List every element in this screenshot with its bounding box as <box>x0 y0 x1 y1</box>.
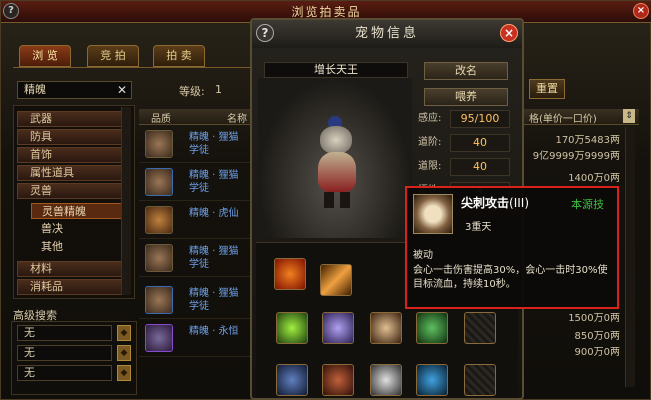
level-input[interactable]: 1 <box>215 83 245 96</box>
empty-skill-slot[interactable] <box>464 364 496 396</box>
skill-description: 会心一击伤害提高30%，会心一击时30%使目标流血，持续10秒。 <box>413 265 608 290</box>
list-scrollbar[interactable] <box>625 127 635 387</box>
list-item[interactable]: 精魄 · 狸猫 学徒 <box>139 283 257 319</box>
skull-icon <box>413 194 453 234</box>
subcategory-beast-skill[interactable]: 兽决 <box>31 221 127 237</box>
category-armor[interactable]: 防具 <box>17 129 129 145</box>
item-name: 精魄 · 狸猫 学徒 <box>189 170 239 194</box>
column-name[interactable]: 名称 <box>227 110 247 125</box>
claw-skill-icon[interactable] <box>322 364 354 396</box>
wolf-icon <box>145 324 173 352</box>
eye-skill-icon[interactable] <box>276 312 308 344</box>
level-label: 等级: <box>179 85 205 98</box>
category-spirit-beast[interactable]: 灵兽 <box>17 183 129 199</box>
help-icon[interactable]: ? <box>3 3 19 19</box>
sort-arrow-icon-2[interactable]: ◆ <box>117 345 131 361</box>
leaf-skill-icon[interactable] <box>416 312 448 344</box>
skill-title: 尖刺攻击(III) <box>461 194 529 211</box>
skill-tooltip: 尖刺攻击(III) 本源技 3重天 被动 会心一击伤害提高30%，会心一击时30… <box>405 186 619 309</box>
stat-value-rank: 40 <box>450 134 510 152</box>
raccoon-icon <box>145 168 173 196</box>
stat-value-limit: 40 <box>450 158 510 176</box>
pet-model <box>316 116 360 212</box>
list-item[interactable]: 精魄 · 永恒 <box>139 321 257 357</box>
reset-button[interactable]: 重置 <box>529 79 565 99</box>
tab-sell[interactable]: 拍 卖 <box>153 45 205 67</box>
rename-button[interactable]: 改名 <box>424 62 508 80</box>
clear-search-icon[interactable]: ✕ <box>117 81 131 99</box>
pet-info-title: 宠物信息 <box>252 20 522 48</box>
column-quality[interactable]: 品质 <box>151 110 171 125</box>
pet-model-view[interactable] <box>258 78 412 238</box>
subcategory-beast-essence[interactable]: 灵兽精魄 <box>31 203 127 219</box>
tab-browse[interactable]: 浏 览 <box>19 45 71 67</box>
skill-realm: 3重天 <box>465 222 492 233</box>
item-price: 900万0两 <box>574 347 620 358</box>
category-scrollbar[interactable] <box>121 107 131 295</box>
item-name: 精魄 · 狸猫 学徒 <box>189 288 239 312</box>
stat-label-rank: 道阶: <box>418 137 442 148</box>
tab-bid[interactable]: 竞 拍 <box>87 45 139 67</box>
sort-arrow-icon-3[interactable]: ◆ <box>117 365 131 381</box>
stat-label-limit: 道限: <box>418 161 442 172</box>
subcategory-other[interactable]: 其他 <box>31 239 127 255</box>
list-item[interactable]: 精魄 · 狸猫 学徒 <box>139 127 257 163</box>
scythe-skill-icon[interactable] <box>276 364 308 396</box>
category-attr-items[interactable]: 属性道具 <box>17 165 129 181</box>
pet-close-icon[interactable]: × <box>500 24 518 42</box>
list-item[interactable]: 精魄 · 狸猫 学徒 <box>139 241 257 277</box>
raccoon-icon <box>145 286 173 314</box>
feed-button[interactable]: 喂养 <box>424 88 508 106</box>
category-materials[interactable]: 材料 <box>17 261 129 277</box>
category-weapon[interactable]: 武器 <box>17 111 129 127</box>
empty-skill-slot[interactable] <box>464 312 496 344</box>
skill-source: 本源技 <box>571 198 604 211</box>
sort-select-2[interactable]: 无 <box>17 345 112 361</box>
skill-type: 被动 <box>413 250 433 261</box>
stat-label-sense: 感应: <box>418 113 442 124</box>
sword-skill-icon[interactable] <box>322 312 354 344</box>
pet-help-icon[interactable]: ? <box>256 24 274 42</box>
skill-name: 尖刺攻击 <box>461 196 510 210</box>
spear-skill-icon[interactable] <box>320 264 352 296</box>
item-name: 精魄 · 狸猫 学徒 <box>189 132 239 156</box>
list-item[interactable]: 精魄 · 虎仙 <box>139 203 257 239</box>
fire-claw-skill-icon[interactable] <box>274 258 306 290</box>
auction-close-icon[interactable]: × <box>633 3 649 19</box>
search-input[interactable]: 精魄 <box>17 81 132 99</box>
list-item[interactable]: 精魄 · 狸猫 学徒 <box>139 165 257 201</box>
item-name: 精魄 · 永恒 <box>189 326 239 337</box>
stat-value-sense: 95/100 <box>450 110 510 128</box>
raccoon-icon <box>145 244 173 272</box>
category-consumables[interactable]: 消耗品 <box>17 279 129 295</box>
sort-select-3[interactable]: 无 <box>17 365 112 381</box>
item-name: 精魄 · 虎仙 <box>189 208 239 219</box>
item-name: 精魄 · 狸猫 学徒 <box>189 246 239 270</box>
category-jewelry[interactable]: 首饰 <box>17 147 129 163</box>
skill-level: (III) <box>509 196 529 210</box>
spike-skill-icon[interactable] <box>370 364 402 396</box>
tiger-icon <box>145 206 173 234</box>
water-skill-icon[interactable] <box>416 364 448 396</box>
raccoon-icon <box>145 130 173 158</box>
pet-name: 增长天王 <box>264 62 408 78</box>
price-sort-icon[interactable]: ⇕ <box>623 109 635 123</box>
sort-select-1[interactable]: 无 <box>17 325 112 341</box>
sort-arrow-icon-1[interactable]: ◆ <box>117 325 131 341</box>
blade-skill-icon[interactable] <box>370 312 402 344</box>
tab-underline <box>13 67 253 68</box>
